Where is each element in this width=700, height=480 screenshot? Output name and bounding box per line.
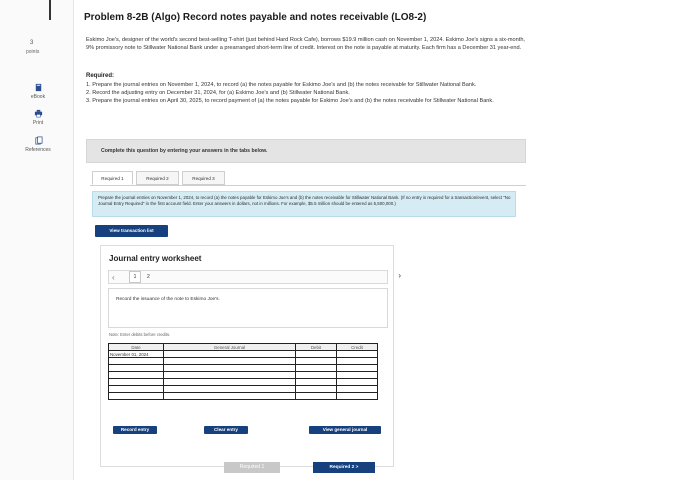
ebook-link[interactable]: eBook (20, 83, 56, 100)
debit-cell[interactable] (295, 364, 337, 372)
col-date: Date (108, 343, 164, 351)
table-row: November 01, 2024 (108, 350, 378, 358)
table-row (108, 378, 378, 386)
account-cell[interactable] (163, 357, 296, 365)
debit-cell[interactable] (295, 371, 337, 379)
debit-cell[interactable] (295, 357, 337, 365)
table-row (108, 364, 378, 372)
table-row (108, 392, 378, 400)
instruction-text: Complete this question by entering your … (101, 148, 268, 154)
date-cell[interactable] (108, 392, 164, 400)
print-icon (34, 109, 42, 118)
account-cell[interactable] (163, 364, 296, 372)
required-item: 3. Prepare the journal entries on April … (86, 98, 494, 104)
ebook-label: eBook (30, 94, 46, 100)
points-label: points (26, 49, 40, 55)
left-rail: 3 points eBook Print References (0, 0, 74, 480)
print-label: Print (32, 120, 44, 126)
col-debit: Debit (295, 343, 337, 351)
problem-title: Problem 8-2B (Algo) Record notes payable… (84, 12, 427, 23)
table-header-row: Date General Journal Debit Credit (108, 343, 378, 351)
debit-cell[interactable] (295, 385, 337, 393)
credit-cell[interactable] (336, 371, 378, 379)
prompt-text: Prepare the journal entries on November … (98, 195, 511, 206)
table-row (108, 385, 378, 393)
required-item: 2. Record the adjusting entry on Decembe… (86, 90, 350, 96)
debits-note: Note: Enter debits before credits. (109, 332, 171, 337)
account-cell[interactable] (163, 371, 296, 379)
record-entry-button[interactable]: Record entry (113, 426, 157, 434)
page: 3 points eBook Print References Problem … (0, 0, 700, 480)
credit-cell[interactable] (336, 392, 378, 400)
view-transaction-list-button[interactable]: View transaction list (95, 225, 168, 237)
credit-cell[interactable] (336, 357, 378, 365)
record-instruction-box: Record the issuance of the note to Eskim… (108, 288, 388, 328)
journal-table: Date General Journal Debit Credit Novemb… (108, 343, 378, 400)
tab-divider (90, 185, 526, 186)
required-list: 1. Prepare the journal entries on Novemb… (86, 81, 536, 105)
worksheet-title: Journal entry worksheet (109, 254, 202, 263)
account-cell[interactable] (163, 350, 296, 358)
print-link[interactable]: Print (20, 109, 56, 126)
entry-pager: ‹ 1 2 › (108, 270, 401, 284)
record-instruction: Record the issuance of the note to Eskim… (116, 297, 220, 302)
tab-required-3[interactable]: Required 3 (182, 171, 225, 185)
col-credit: Credit (336, 343, 378, 351)
date-cell[interactable] (108, 357, 164, 365)
chevron-right-icon[interactable]: › (398, 271, 401, 280)
date-cell[interactable]: November 01, 2024 (108, 350, 164, 358)
instruction-bar: Complete this question by entering your … (86, 139, 526, 163)
problem-description: Eskimo Joe's, designer of the world's se… (86, 37, 525, 51)
prev-required-button[interactable]: Required 1 (224, 462, 280, 473)
references-icon (34, 136, 42, 145)
next-required-button[interactable]: Required 2 > (313, 462, 375, 473)
credit-cell[interactable] (336, 378, 378, 386)
date-cell[interactable] (108, 378, 164, 386)
debit-cell[interactable] (295, 350, 337, 358)
rail-marker (49, 0, 51, 20)
credit-cell[interactable] (336, 385, 378, 393)
required-heading: Required: (86, 73, 115, 79)
chevron-left-icon[interactable]: ‹ (112, 273, 115, 282)
date-cell[interactable] (108, 364, 164, 372)
journal-entry-worksheet: Journal entry worksheet ‹ 1 2 › Record t… (100, 245, 401, 467)
account-cell[interactable] (163, 378, 296, 386)
table-row (108, 371, 378, 379)
entry-page-1[interactable]: 1 (129, 271, 141, 283)
clear-entry-button[interactable]: Clear entry (204, 426, 248, 434)
book-icon (35, 83, 41, 92)
tab-required-2[interactable]: Required 2 (136, 171, 179, 185)
references-label: References (25, 147, 51, 153)
view-general-journal-button[interactable]: View general journal (309, 426, 381, 434)
account-cell[interactable] (163, 385, 296, 393)
date-cell[interactable] (108, 371, 164, 379)
required-item: 1. Prepare the journal entries on Novemb… (86, 82, 477, 88)
question-number: 3 (30, 40, 34, 46)
debit-cell[interactable] (295, 378, 337, 386)
table-row (108, 357, 378, 365)
entry-page-2[interactable]: 2 (147, 271, 150, 283)
credit-cell[interactable] (336, 364, 378, 372)
date-cell[interactable] (108, 385, 164, 393)
references-link[interactable]: References (20, 136, 56, 153)
prompt-box: Prepare the journal entries on November … (92, 191, 516, 217)
col-general-journal: General Journal (163, 343, 296, 351)
account-cell[interactable] (163, 392, 296, 400)
tab-required-1[interactable]: Required 1 (92, 171, 133, 185)
credit-cell[interactable] (336, 350, 378, 358)
debit-cell[interactable] (295, 392, 337, 400)
